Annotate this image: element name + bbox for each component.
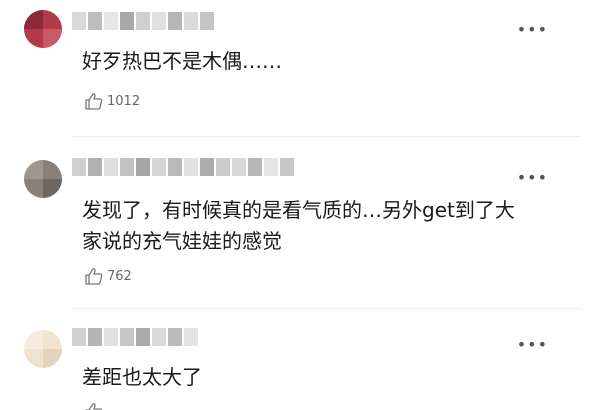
like-button[interactable]: 762 xyxy=(84,266,132,286)
comment-text: 差距也太大了 xyxy=(82,365,202,389)
thumbs-up-icon xyxy=(84,91,104,111)
like-button[interactable] xyxy=(84,401,104,410)
comment-item: ••• 好歹热巴不是木偶…… 1012 xyxy=(0,0,598,130)
avatar[interactable] xyxy=(24,160,62,198)
avatar[interactable] xyxy=(24,10,62,48)
comment-list: ••• 好歹热巴不是木偶…… 1012 ••• 发现了，有时候真的是看气质的…另… xyxy=(0,0,598,410)
like-count: 1012 xyxy=(107,93,141,109)
username-blurred[interactable] xyxy=(72,328,198,346)
like-button[interactable]: 1012 xyxy=(84,91,140,111)
username-blurred[interactable] xyxy=(72,12,214,30)
thumbs-up-icon xyxy=(84,401,104,410)
comment-text: 好歹热巴不是木偶…… xyxy=(82,49,282,73)
avatar[interactable] xyxy=(24,330,62,368)
comment-text: 发现了，有时候真的是看气质的…另外get到了大家说的充气娃娃的感觉 xyxy=(82,198,515,253)
more-options-icon[interactable]: ••• xyxy=(517,170,548,186)
more-options-icon[interactable]: ••• xyxy=(517,337,548,353)
comment-item: ••• 发现了，有时候真的是看气质的…另外get到了大家说的充气娃娃的感觉 76… xyxy=(0,137,598,309)
username-blurred[interactable] xyxy=(72,158,294,176)
like-count: 762 xyxy=(107,268,132,284)
comment-item: ••• 差距也太大了 xyxy=(0,309,598,410)
thumbs-up-icon xyxy=(84,266,104,286)
more-options-icon[interactable]: ••• xyxy=(517,22,548,38)
